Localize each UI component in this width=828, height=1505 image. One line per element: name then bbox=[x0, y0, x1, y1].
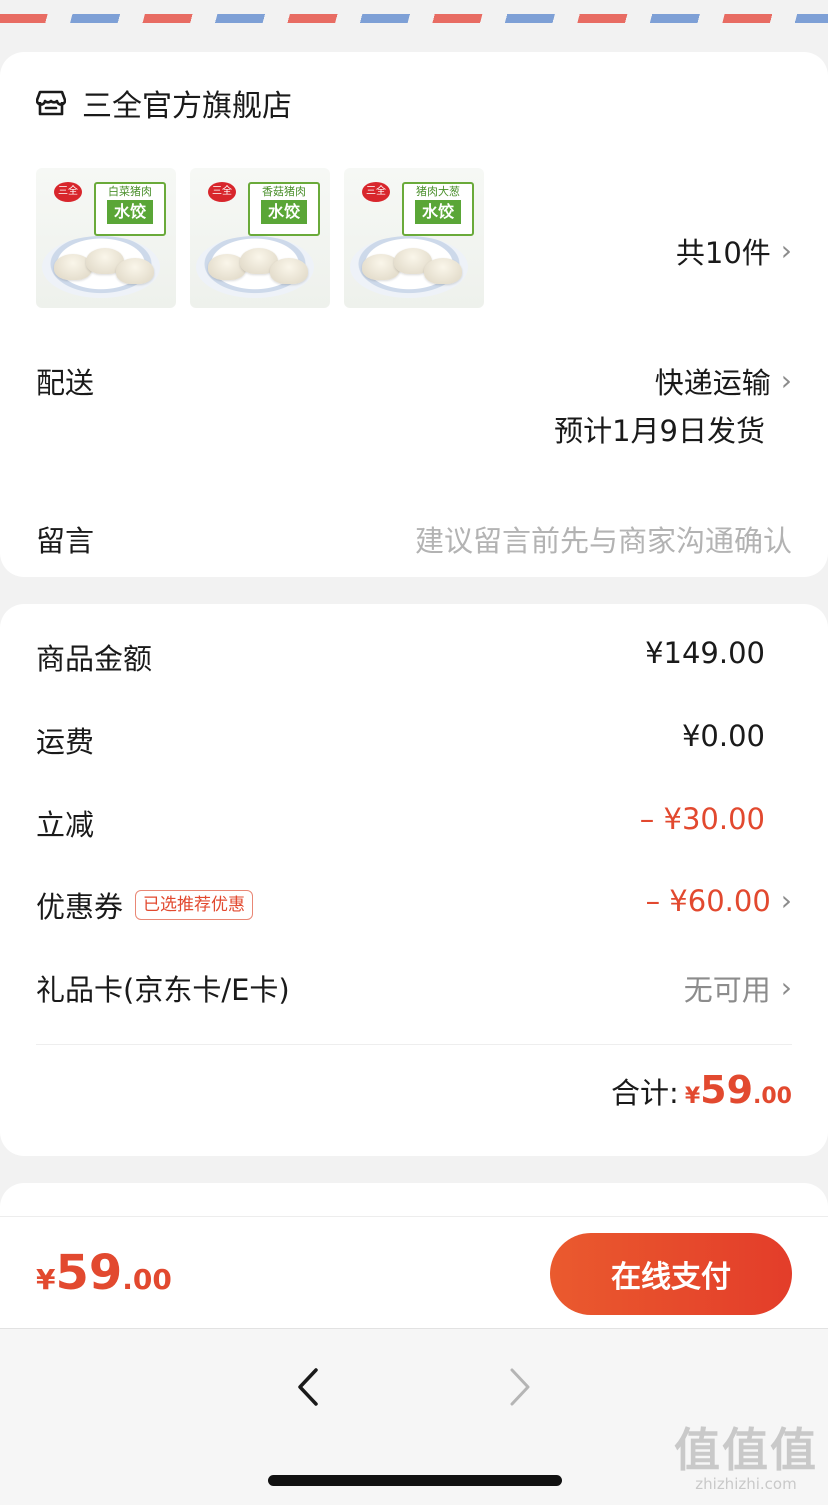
dumpling-image bbox=[424, 258, 462, 284]
delivery-label: 配送 bbox=[36, 366, 95, 400]
payable-currency: ¥ bbox=[36, 1263, 56, 1296]
payable-amount-integer: 59 bbox=[55, 1245, 123, 1301]
product-thumbnails[interactable]: 三全 白菜猪肉 水饺 三全 香菇猪肉 水饺 三全 猪肉大葱 水饺 bbox=[36, 168, 498, 308]
delivery-method-selector[interactable]: 快递运输 › bbox=[655, 360, 792, 402]
forward-button[interactable] bbox=[490, 1357, 550, 1417]
gift-card-selector[interactable]: 无可用 › bbox=[684, 967, 792, 1009]
checkout-bar: ¥ 59 .00 在线支付 bbox=[0, 1216, 828, 1329]
shipping-fee-value: ¥0.00 bbox=[681, 719, 765, 753]
item-count: 共10件 bbox=[675, 236, 771, 270]
dumpling-image bbox=[116, 258, 154, 284]
total-amount-decimal: .00 bbox=[753, 1084, 792, 1109]
product-thumbnail[interactable]: 三全 香菇猪肉 水饺 bbox=[190, 168, 330, 308]
package-subtitle: 香菇猪肉 bbox=[262, 185, 306, 198]
dumpling-image bbox=[270, 258, 308, 284]
order-card: 三全官方旗舰店 三全 白菜猪肉 水饺 三全 香菇猪肉 水饺 三全 猪肉大葱 水饺… bbox=[0, 52, 828, 577]
instant-discount-label: 立减 bbox=[36, 808, 95, 842]
package-label: 猪肉大葱 水饺 bbox=[402, 182, 474, 236]
package-label: 白菜猪肉 水饺 bbox=[94, 182, 166, 236]
delivery-method: 快递运输 bbox=[654, 366, 771, 400]
envelope-stripe-decoration bbox=[0, 14, 828, 23]
pay-online-button[interactable]: 在线支付 bbox=[550, 1233, 792, 1315]
chevron-right-icon bbox=[510, 1368, 530, 1406]
brand-logo: 三全 bbox=[362, 182, 390, 202]
home-indicator[interactable] bbox=[268, 1475, 562, 1486]
coupon-selector[interactable]: – ¥60.00 › bbox=[646, 884, 792, 918]
chevron-right-icon: › bbox=[780, 234, 792, 267]
total-currency: ¥ bbox=[684, 1084, 701, 1109]
brand-logo: 三全 bbox=[208, 182, 236, 202]
total-row: 合计: ¥ 59 .00 bbox=[611, 1068, 792, 1112]
package-subtitle: 白菜猪肉 bbox=[108, 185, 152, 198]
ship-date: 预计1月9日发货 bbox=[554, 414, 765, 448]
coupon-badge: 已选推荐优惠 bbox=[135, 890, 254, 920]
message-input[interactable]: 建议留言前先与商家沟通确认 bbox=[415, 518, 792, 560]
chevron-right-icon: › bbox=[780, 364, 792, 397]
divider bbox=[36, 1044, 792, 1045]
message-label: 留言 bbox=[36, 524, 95, 558]
back-button[interactable] bbox=[278, 1357, 338, 1417]
instant-discount-value: – ¥30.00 bbox=[639, 802, 765, 836]
package-name: 水饺 bbox=[415, 200, 461, 224]
watermark-domain: zhizhizhi.com bbox=[695, 1475, 797, 1493]
goods-amount-label: 商品金额 bbox=[36, 642, 153, 676]
item-count-link[interactable]: 共10件 › bbox=[676, 230, 792, 272]
brand-logo: 三全 bbox=[54, 182, 82, 202]
product-thumbnail[interactable]: 三全 猪肉大葱 水饺 bbox=[344, 168, 484, 308]
coupon-value: – ¥60.00 bbox=[645, 884, 771, 918]
total-amount-integer: 59 bbox=[700, 1068, 754, 1112]
chevron-right-icon: › bbox=[780, 971, 792, 1004]
store-header[interactable]: 三全官方旗舰店 bbox=[36, 78, 292, 128]
payable-amount-decimal: .00 bbox=[122, 1263, 172, 1296]
coupon-row-label: 优惠券 已选推荐优惠 bbox=[36, 884, 254, 926]
coupon-label: 优惠券 bbox=[36, 890, 124, 924]
shipping-fee-label: 运费 bbox=[36, 725, 95, 759]
gift-card-label: 礼品卡(京东卡/E卡) bbox=[36, 973, 290, 1007]
package-name: 水饺 bbox=[107, 200, 153, 224]
chevron-left-icon bbox=[298, 1368, 318, 1406]
package-label: 香菇猪肉 水饺 bbox=[248, 182, 320, 236]
product-thumbnail[interactable]: 三全 白菜猪肉 水饺 bbox=[36, 168, 176, 308]
payable-amount: ¥ 59 .00 bbox=[36, 1245, 172, 1301]
store-icon bbox=[36, 90, 66, 116]
total-label: 合计: bbox=[611, 1076, 679, 1110]
watermark-logo: 值值值 bbox=[674, 1423, 818, 1477]
browser-toolbar: 值值值 zhizhizhi.com bbox=[0, 1328, 828, 1505]
store-name: 三全官方旗舰店 bbox=[82, 89, 292, 124]
gift-card-value: 无可用 bbox=[683, 973, 771, 1007]
package-subtitle: 猪肉大葱 bbox=[416, 185, 460, 198]
price-summary-card: 商品金额 ¥149.00 运费 ¥0.00 立减 – ¥30.00 优惠券 已选… bbox=[0, 604, 828, 1156]
chevron-right-icon: › bbox=[780, 884, 792, 917]
watermark: 值值值 zhizhizhi.com bbox=[674, 1425, 818, 1493]
package-name: 水饺 bbox=[261, 200, 307, 224]
goods-amount-value: ¥149.00 bbox=[645, 636, 765, 670]
